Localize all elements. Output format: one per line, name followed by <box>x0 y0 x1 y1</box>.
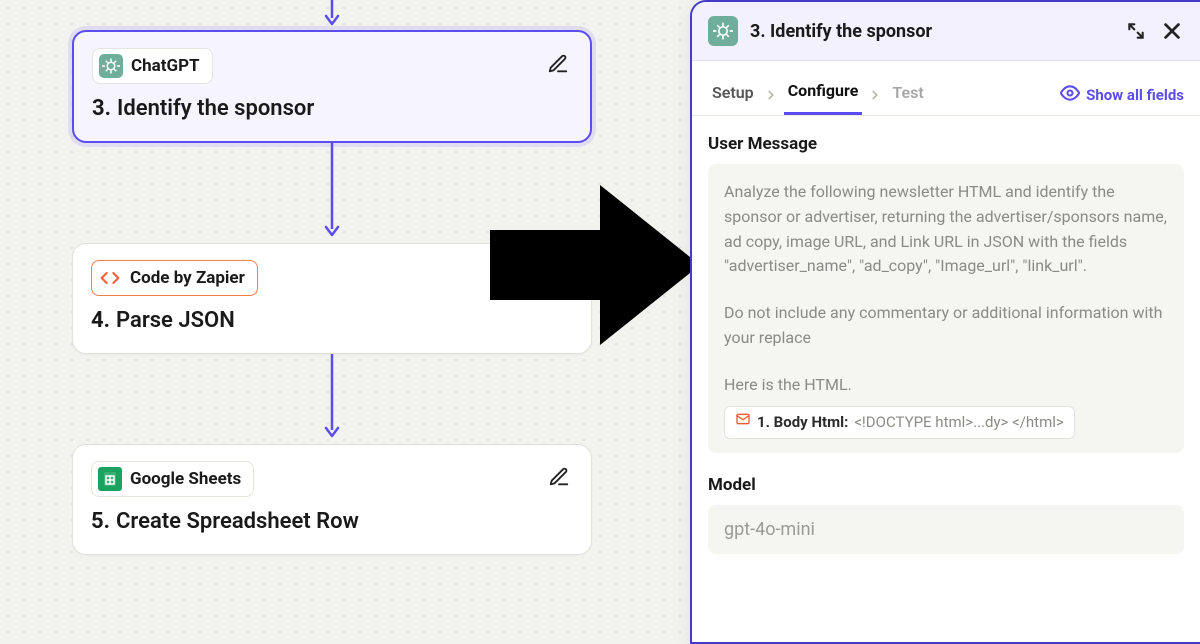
eye-icon <box>1060 83 1080 107</box>
variable-pill-key: 1. Body Html: <box>757 411 848 434</box>
tab-configure[interactable]: Configure <box>784 75 863 115</box>
mail-icon <box>735 411 751 434</box>
panel-step-name: Identify the sponsor <box>770 21 932 42</box>
panel-body: User Message Analyze the following newsl… <box>692 116 1200 642</box>
step-title: 5. Create Spreadsheet Row <box>91 509 573 534</box>
step-number: 5. <box>91 509 110 534</box>
flow-arrow <box>72 354 592 444</box>
expand-icon[interactable] <box>1124 19 1148 43</box>
variable-pill-body-html[interactable]: 1. Body Html: <!DOCTYPE html>...dy> </ht… <box>724 406 1075 439</box>
panel-header: 3. Identify the sponsor <box>692 2 1200 61</box>
user-message-paragraph: Analyze the following newsletter HTML an… <box>724 180 1168 279</box>
step-name: Parse JSON <box>116 308 235 333</box>
step-config-panel: 3. Identify the sponsor Setup Configure … <box>690 0 1200 644</box>
chevron-right-icon <box>764 88 778 102</box>
app-badge-label: ChatGPT <box>131 56 200 76</box>
close-icon[interactable] <box>1160 19 1184 43</box>
user-message-input[interactable]: Analyze the following newsletter HTML an… <box>708 164 1184 453</box>
tab-test[interactable]: Test <box>888 77 927 114</box>
flow-arrow-top <box>72 0 592 30</box>
chevron-right-icon <box>868 88 882 102</box>
model-value: gpt-4o-mini <box>724 519 815 540</box>
step-name: Create Spreadsheet Row <box>116 509 359 534</box>
google-sheets-icon <box>98 467 122 491</box>
app-badge-chatgpt[interactable]: ChatGPT <box>92 48 213 84</box>
app-badge-code[interactable]: Code by Zapier <box>91 260 258 296</box>
show-all-fields-button[interactable]: Show all fields <box>1060 83 1184 107</box>
code-icon <box>98 266 122 290</box>
step-number: 3. <box>92 96 111 121</box>
user-message-paragraph: Here is the HTML. <box>724 373 1168 398</box>
step-header: Google Sheets <box>91 461 573 497</box>
show-all-fields-label: Show all fields <box>1086 86 1184 104</box>
panel-title: 3. Identify the sponsor <box>750 21 1112 42</box>
edit-icon[interactable] <box>545 463 573 491</box>
model-input[interactable]: gpt-4o-mini <box>708 505 1184 554</box>
tab-setup[interactable]: Setup <box>708 77 758 114</box>
app-badge-sheets[interactable]: Google Sheets <box>91 461 254 497</box>
annotation-arrow-icon <box>490 180 700 354</box>
panel-tabs: Setup Configure Test Show all fields <box>692 61 1200 115</box>
step-title: 3. Identify the sponsor <box>92 96 572 121</box>
step-card-5[interactable]: Google Sheets 5. Create Spreadsheet Row <box>72 444 592 555</box>
user-message-label: User Message <box>708 134 1184 154</box>
step-name: Identify the sponsor <box>117 96 314 121</box>
step-card-3[interactable]: ChatGPT 3. Identify the sponsor <box>72 30 592 143</box>
user-message-paragraph: Do not include any commentary or additio… <box>724 301 1168 351</box>
variable-pill-value: <!DOCTYPE html>...dy> </html> <box>854 411 1063 434</box>
panel-step-number: 3. <box>750 21 766 42</box>
step-header: ChatGPT <box>92 48 572 84</box>
model-label: Model <box>708 475 1184 495</box>
edit-icon[interactable] <box>544 50 572 78</box>
app-badge-label: Code by Zapier <box>130 268 245 288</box>
chatgpt-icon <box>708 16 738 46</box>
step-number: 4. <box>91 308 110 333</box>
app-badge-label: Google Sheets <box>130 469 241 489</box>
chatgpt-icon <box>99 54 123 78</box>
